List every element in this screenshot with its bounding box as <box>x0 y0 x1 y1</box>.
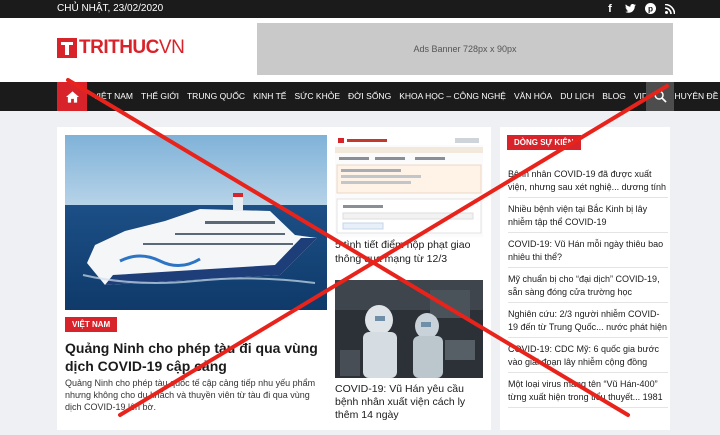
nav-item-the-gioi[interactable]: THẾ GIỚI <box>141 91 179 101</box>
featured-title[interactable]: Quảng Ninh cho phép tàu đi qua vùng dịch… <box>65 339 327 375</box>
sidebar-header: DÒNG SỰ KIỆN <box>507 135 581 150</box>
article-thumbnail-2[interactable] <box>335 280 483 378</box>
article-thumbnail-1[interactable] <box>335 135 483 237</box>
nav-menu: VIỆT NAM THẾ GIỚI TRUNG QUỐC KINH TẾ SỨC… <box>93 91 718 101</box>
category-tag[interactable]: VIỆT NAM <box>65 317 118 332</box>
current-date: CHỦ NHẬT, 23/02/2020 <box>57 3 164 14</box>
event-item[interactable]: Bệnh nhân COVID-19 đã được xuất viện, nh… <box>508 168 668 198</box>
search-icon <box>653 90 667 103</box>
nav-item-du-lich[interactable]: DU LỊCH <box>560 91 594 101</box>
event-item[interactable]: COVID-19: CDC Mỹ: 6 quốc gia bước vào gi… <box>508 343 668 373</box>
nav-item-viet-nam[interactable]: VIỆT NAM <box>93 91 133 101</box>
logo-text-bold: TRITHUC <box>79 37 159 58</box>
event-sidebar: DÒNG SỰ KIỆN Bệnh nhân COVID-19 đã được … <box>500 127 670 430</box>
event-list: Bệnh nhân COVID-19 đã được xuất viện, nh… <box>508 168 668 413</box>
nav-item-blog[interactable]: BLOG <box>602 91 626 101</box>
site-logo[interactable]: TRITHUC VN <box>57 37 185 59</box>
featured-section: VIỆT NAM Quảng Ninh cho phép tàu đi qua … <box>57 127 491 430</box>
ad-banner[interactable]: Ads Banner 728px x 90px <box>257 23 673 75</box>
home-icon <box>65 90 79 103</box>
logo-mark-icon <box>57 38 77 58</box>
facebook-icon[interactable]: f <box>604 2 616 15</box>
logo-text-light: VN <box>158 37 185 58</box>
featured-image[interactable] <box>65 135 327 310</box>
main-nav: VIỆT NAM THẾ GIỚI TRUNG QUỐC KINH TẾ SỨC… <box>0 82 720 111</box>
site-header: TRITHUC VN Ads Banner 728px x 90px <box>0 18 720 82</box>
event-item[interactable]: Nhiều bệnh viện tại Bắc Kinh bị lây nhiễ… <box>508 203 668 233</box>
nav-item-kinh-te[interactable]: KINH TẾ <box>253 91 286 101</box>
pinterest-icon[interactable]: p <box>644 2 656 15</box>
rss-icon[interactable] <box>664 2 676 15</box>
nav-item-doi-song[interactable]: ĐỜI SỐNG <box>348 91 391 101</box>
nav-item-trung-quoc[interactable]: TRUNG QUỐC <box>187 91 245 101</box>
search-button[interactable] <box>646 82 674 111</box>
nav-item-khoa-hoc[interactable]: KHOA HỌC – CÔNG NGHỆ <box>399 91 506 101</box>
event-item[interactable]: COVID-19: Vũ Hán mỗi ngày thiêu bao nhiê… <box>508 238 668 268</box>
article-title-1[interactable]: 5 tình tiết điểm nộp phạt giao thông qua… <box>335 238 483 266</box>
event-item[interactable]: Mỹ chuẩn bị cho “đại dịch” COVID-19, sẵn… <box>508 273 668 303</box>
featured-description: Quảng Ninh cho phép tàu quốc tế cập cảng… <box>65 378 316 412</box>
nav-item-chuyen-de[interactable]: CHUYÊN ĐỀ <box>668 91 718 101</box>
event-item[interactable]: Nghiên cứu: 2/3 người nhiễm COVID-19 đến… <box>508 308 668 338</box>
nav-item-suc-khoe[interactable]: SỨC KHỎE <box>294 91 340 101</box>
nav-item-van-hoa[interactable]: VĂN HÓA <box>514 91 552 101</box>
article-title-2[interactable]: COVID-19: Vũ Hán yêu cầu bệnh nhân xuất … <box>335 383 485 422</box>
twitter-icon[interactable] <box>624 2 636 15</box>
home-button[interactable] <box>57 82 87 111</box>
social-links: f p <box>604 2 676 15</box>
top-bar: CHỦ NHẬT, 23/02/2020 f p <box>0 0 720 18</box>
event-item[interactable]: Một loại virus mang tên “Vũ Hán-400” từn… <box>508 378 668 408</box>
svg-text:p: p <box>647 4 652 13</box>
